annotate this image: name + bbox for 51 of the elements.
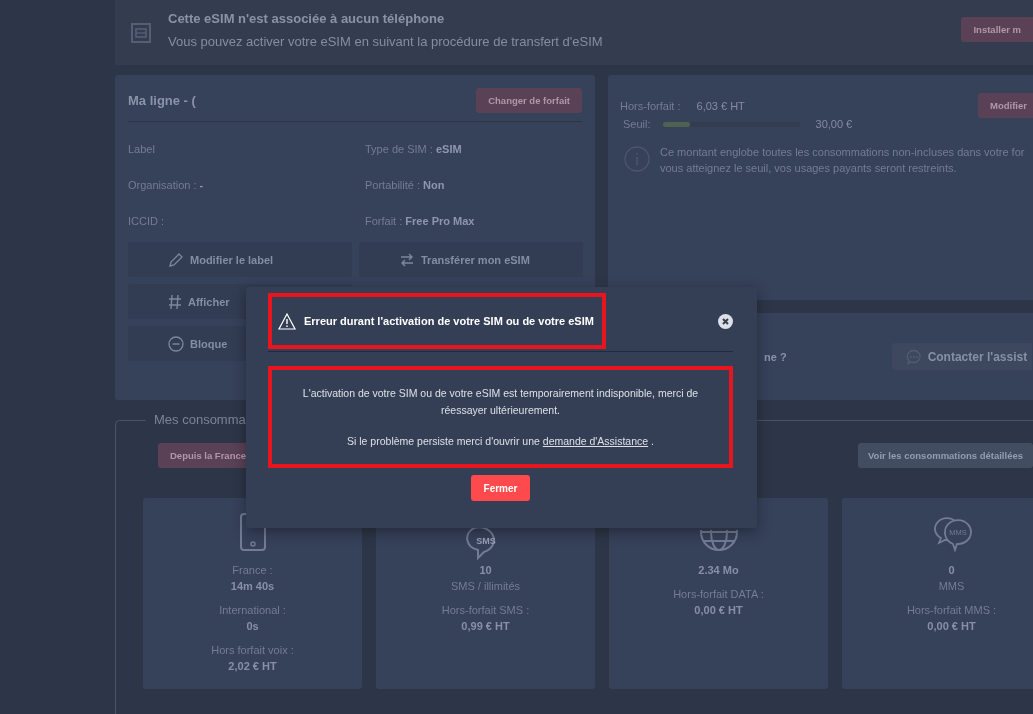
usage-label: MMS <box>938 579 965 594</box>
overage-label: Hors-forfait : <box>620 99 681 112</box>
usage-value: 10 <box>479 563 492 578</box>
assistance-link[interactable]: demande d'Assistance <box>542 434 649 447</box>
usage-value: 0,99 € HT <box>461 619 510 634</box>
banner-title: Cette eSIM n'est associée à aucun téléphone <box>168 10 446 26</box>
info-field: Portabilité : Non <box>365 178 582 192</box>
pencil-icon <box>168 251 184 268</box>
info-field: Label <box>128 142 365 156</box>
usage-label: SMS / illimités <box>450 579 521 594</box>
usage-value: 2,02 € HT <box>228 659 277 674</box>
threshold-label: Seuil: <box>623 118 651 130</box>
sim-card-icon <box>130 21 152 44</box>
dialog-hint: Si le problème persiste merci d'ouvrir une demande d'Assistance . <box>347 433 654 449</box>
info-field: Organisation : - <box>128 178 365 192</box>
warning-icon <box>278 312 296 330</box>
action-button[interactable]: Modifier le label <box>128 242 352 277</box>
globe-icon <box>697 530 740 552</box>
usage-value: 0,00 € HT <box>694 603 743 618</box>
close-button[interactable]: Fermer <box>471 475 530 501</box>
usage-value: 0 <box>948 563 955 578</box>
usage-value: 0s <box>246 619 259 634</box>
action-button[interactable]: Transférer mon eSIM <box>359 242 583 277</box>
swap-arrows-icon <box>399 251 415 268</box>
hash-icon <box>168 293 182 310</box>
modify-button[interactable]: Modifier <box>978 93 1033 118</box>
info-field: Forfait : Free Pro Max <box>365 214 582 228</box>
usage-label: Hors-forfait MMS : <box>906 603 997 618</box>
details-button[interactable]: Voir les consommations détaillées <box>857 443 1033 468</box>
change-plan-button[interactable]: Changer de forfait <box>476 88 582 113</box>
usage-value: 2.34 Mo <box>698 563 739 578</box>
info-field: ICCID : <box>128 214 365 228</box>
minus-circle-icon <box>168 335 184 352</box>
contact-support-button[interactable]: Contacter l'assist <box>891 343 1032 370</box>
usage-label: International : <box>219 603 286 618</box>
close-icon[interactable] <box>718 313 733 329</box>
chat-icon <box>905 348 922 365</box>
dialog-message: L'activation de votre SIM ou de votre eSIM est temporairement indisponible, merci de réessayer ultérieurement. <box>301 385 700 418</box>
info-text: vous atteignez le seuil, vos usages payants seront restreints. <box>660 162 958 174</box>
usage-label: France : <box>232 563 273 578</box>
usage-label: Hors-forfait DATA : <box>673 587 764 602</box>
usage-label: Hors forfait voix : <box>211 643 294 658</box>
usage-value: 0,00 € HT <box>927 619 976 634</box>
install-button[interactable]: Installer m <box>961 17 1033 42</box>
usage-label: Hors-forfait SMS : <box>441 603 530 618</box>
support-question: ne ? <box>764 350 787 363</box>
usage-value: 14m 40s <box>230 579 275 594</box>
overage-amount: 6,03 € HT <box>696 99 745 112</box>
card-title: Ma ligne - ( <box>128 93 196 108</box>
threshold-amount: 30,00 € <box>815 118 853 130</box>
banner-text: Vous pouvez activer votre eSIM en suivant la procédure de transfert d'eSIM <box>168 33 604 49</box>
